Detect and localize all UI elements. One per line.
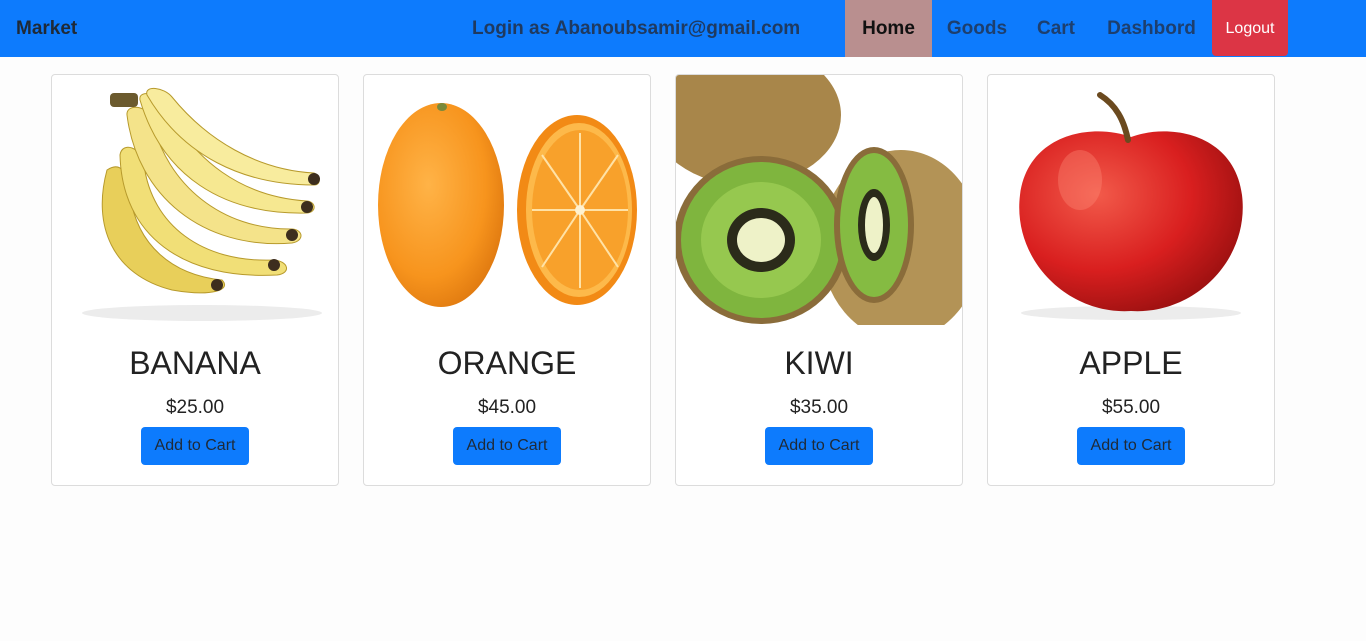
- orange-image: [378, 103, 637, 307]
- add-to-cart-button[interactable]: Add to Cart: [453, 427, 561, 465]
- product-price: $35.00: [789, 397, 849, 418]
- add-to-cart-button[interactable]: Add to Cart: [765, 427, 873, 465]
- add-to-cart-button[interactable]: Add to Cart: [1077, 427, 1185, 465]
- product-price: $25.00: [165, 397, 225, 418]
- add-to-cart-button[interactable]: Add to Cart: [141, 427, 249, 465]
- product-name: BANANA: [129, 345, 261, 381]
- logout-button[interactable]: Logout: [1212, 0, 1288, 56]
- product-price: $55.00: [1101, 397, 1161, 418]
- apple-image: [1019, 92, 1243, 320]
- product-price: $45.00: [477, 397, 537, 418]
- product-name: ORANGE: [437, 345, 577, 381]
- banana-image: [82, 88, 322, 321]
- login-status-text: Login as Abanoubsamir@gmail.com: [472, 18, 801, 39]
- product-card-kiwi: KIWI $35.00 Add to Cart: [675, 74, 963, 486]
- navbar: Market Login as Abanoubsamir@gmail.com H…: [0, 0, 1366, 57]
- nav-goods-link[interactable]: Goods: [946, 0, 1008, 57]
- product-card-orange: ORANGE $45.00 Add to Cart: [363, 74, 651, 486]
- nav-cart-link[interactable]: Cart: [1035, 0, 1077, 57]
- product-name: APPLE: [1079, 345, 1183, 381]
- product-card-apple: APPLE $55.00 Add to Cart: [987, 74, 1275, 486]
- product-name: KIWI: [784, 345, 854, 381]
- nav-dashboard-link[interactable]: Dashbord: [1105, 0, 1198, 57]
- kiwi-image: [676, 75, 962, 325]
- product-card-banana: BANANA $25.00 Add to Cart: [51, 74, 339, 486]
- nav-home-link[interactable]: Home: [845, 0, 932, 57]
- brand-link[interactable]: Market: [16, 0, 77, 57]
